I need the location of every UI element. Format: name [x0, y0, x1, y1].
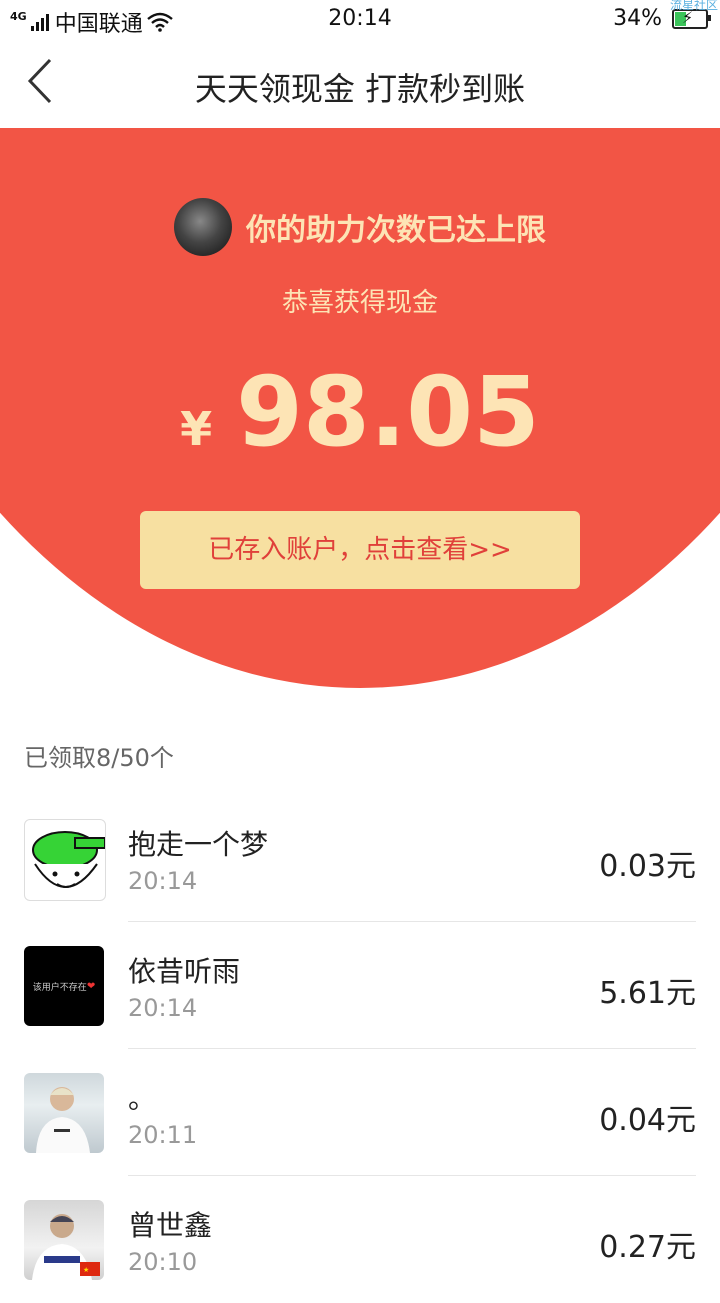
item-name: 依昔听雨 — [128, 955, 241, 988]
person-photo-icon — [36, 1087, 90, 1153]
item-time: 20:11 — [128, 1121, 198, 1149]
list-item[interactable]: ★ 曾世鑫 20:10 0.27元 — [0, 1176, 720, 1303]
amount-value: 98.05 — [236, 356, 540, 468]
list-item[interactable]: 。 20:11 0.04元 — [0, 1049, 720, 1176]
congrats-text: 恭喜获得现金 — [281, 288, 438, 318]
battery-percent: 34% — [613, 6, 662, 31]
view-account-button[interactable]: 已存入账户，点击查看>> — [140, 511, 580, 589]
avatar-text: 该用户不存在 — [32, 982, 87, 993]
avatar: 该用户不存在 ❤ — [24, 946, 104, 1026]
person-photo-icon: ★ — [32, 1214, 100, 1280]
item-name: 曾世鑫 — [128, 1209, 213, 1242]
list-item[interactable]: 该用户不存在 ❤ 依昔听雨 20:14 5.61元 — [0, 922, 720, 1049]
list-item[interactable]: 抱走一个梦 20:14 0.03元 — [0, 795, 720, 922]
item-name: 抱走一个梦 — [128, 828, 269, 861]
avatar — [174, 198, 232, 256]
avatar — [24, 1073, 104, 1153]
limit-text: 你的助力次数已达上限 — [246, 213, 546, 248]
item-amount: 5.61元 — [599, 976, 696, 1011]
cash-amount: ¥ 98.05 — [0, 356, 720, 468]
item-amount: 0.27元 — [599, 1230, 696, 1265]
heart-icon: ❤ — [86, 980, 96, 992]
cartoon-avatar-icon — [32, 831, 105, 888]
item-name: 。 — [128, 1082, 157, 1115]
page-title: 天天领现金 打款秒到账 — [194, 70, 526, 108]
nav-bar: 天天领现金 打款秒到账 — [0, 38, 720, 129]
item-time: 20:10 — [128, 1248, 198, 1276]
item-time: 20:14 — [128, 994, 198, 1022]
status-bar: 4G 中国联通 20:14 34% ⚡ 流星社区 — [0, 0, 720, 38]
reward-header: 你的助力次数已达上限 恭喜获得现金 ¥ 98.05 已存入账户，点击查看>> — [0, 128, 720, 688]
avatar — [24, 819, 106, 901]
claimed-count: 已领取8/50个 — [24, 744, 174, 772]
svg-text:★: ★ — [83, 1266, 89, 1274]
avatar: ★ — [24, 1200, 104, 1280]
claim-list: 抱走一个梦 20:14 0.03元 该用户不存在 ❤ 依昔听雨 20:14 5.… — [0, 795, 720, 1303]
item-amount: 0.03元 — [599, 849, 696, 884]
status-time: 20:14 — [328, 6, 392, 31]
currency-symbol: ¥ — [180, 402, 213, 456]
watermark: 流星社区 — [669, 0, 718, 12]
item-amount: 0.04元 — [599, 1103, 696, 1138]
item-time: 20:14 — [128, 867, 198, 895]
limit-row: 你的助力次数已达上限 — [0, 198, 720, 256]
